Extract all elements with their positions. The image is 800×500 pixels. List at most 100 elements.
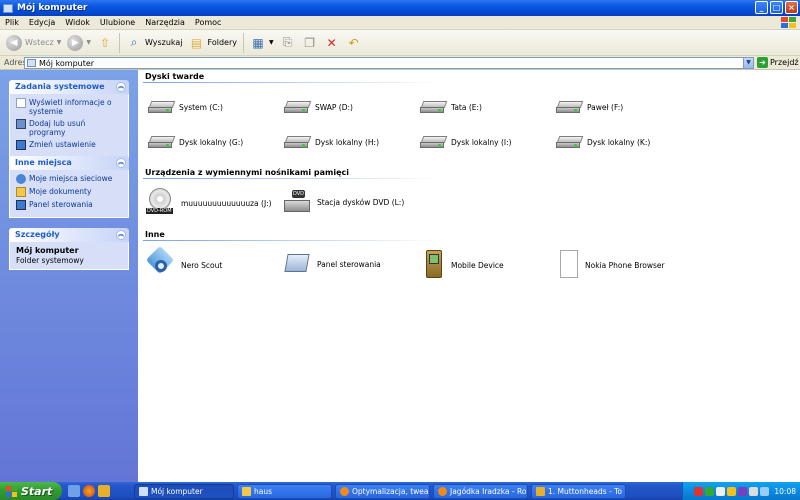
menu-tools[interactable]: Narzędzia	[140, 18, 190, 27]
task-label: 1. Muttonheads - To ...	[548, 486, 626, 496]
details-header[interactable]: Szczegóły ︽	[9, 228, 129, 242]
task-haus[interactable]: haus	[237, 483, 332, 499]
other-item[interactable]: Nokia Phone Browser	[558, 250, 665, 280]
tray-icon[interactable]	[738, 486, 748, 496]
drive-item[interactable]: Dysk lokalny (I:)	[420, 133, 512, 151]
search-label: Wyszukaj	[144, 38, 183, 47]
up-folder-icon: ⇧	[99, 35, 111, 50]
minimize-button[interactable]: _	[755, 1, 768, 14]
start-button[interactable]: Start	[0, 482, 62, 500]
nero-scout-icon	[145, 245, 176, 280]
dvd-drive-badge: DVD	[292, 190, 306, 198]
collapse-icon[interactable]: ︽	[116, 230, 126, 240]
network-icon[interactable]	[760, 486, 770, 496]
search-button[interactable]: ⌕ Wyszukaj	[126, 35, 183, 51]
menu-edit[interactable]: Edycja	[24, 18, 60, 27]
drive-item[interactable]: Dysk lokalny (K:)	[556, 133, 650, 151]
task-optymalizacja[interactable]: Optymalizacja, tweak...	[335, 483, 430, 499]
go-button[interactable]: ➔ Przejdź	[757, 57, 799, 68]
group-title-other: Inne	[145, 230, 165, 239]
toolbar-divider	[118, 32, 120, 53]
menu-view[interactable]: Widok	[60, 18, 95, 27]
tray-icon[interactable]	[727, 486, 737, 496]
windows-flag-icon	[6, 485, 17, 497]
copy-to-button[interactable]: ❐	[302, 35, 318, 51]
drive-item[interactable]: DVD Stacja dysków DVD (L:)	[284, 188, 404, 216]
drive-label: Tata (E:)	[451, 102, 482, 112]
media-icon[interactable]	[98, 485, 110, 497]
menu-bar: Plik Edycja Widok Ulubione Narzędzia Pom…	[0, 16, 800, 30]
firefox-icon[interactable]	[83, 485, 95, 497]
drive-label: Dysk lokalny (K:)	[587, 137, 651, 147]
menu-favorites[interactable]: Ulubione	[95, 18, 140, 27]
view-system-info-link[interactable]: Wyświetl informacje o systemie	[16, 98, 122, 116]
drive-item[interactable]: DVD-ROM muuuuuuuuuuuuuza (J:)	[146, 188, 272, 218]
drive-item[interactable]: Paweł (F:)	[556, 98, 623, 116]
other-item[interactable]: Panel sterowania	[284, 250, 381, 278]
back-button[interactable]: ◀ Wstecz ▼	[6, 34, 61, 51]
undo-button[interactable]: ↶	[346, 35, 362, 51]
undo-icon: ↶	[348, 35, 359, 50]
drive-item[interactable]: Dysk lokalny (H:)	[284, 133, 379, 151]
address-input[interactable]: Mój komputer ▼	[24, 57, 754, 69]
address-dropdown-button[interactable]: ▼	[743, 58, 753, 68]
tray-icon[interactable]	[705, 486, 715, 496]
close-button[interactable]: ×	[785, 1, 798, 14]
maximize-button[interactable]: □	[770, 1, 783, 14]
control-panel-link[interactable]: Panel sterowania	[16, 200, 122, 210]
my-documents-link[interactable]: Moje dokumenty	[16, 187, 122, 197]
folders-button[interactable]: ▤ Foldery	[189, 35, 237, 51]
task-muttonheads[interactable]: 1. Muttonheads - To ...	[531, 483, 626, 499]
drive-item[interactable]: System (C:)	[148, 98, 223, 116]
up-folder-button[interactable]: ⇧	[97, 35, 113, 51]
drive-item[interactable]: SWAP (D:)	[284, 98, 353, 116]
folders-icon: ▤	[190, 35, 203, 50]
collapse-icon[interactable]: ︽	[116, 158, 126, 168]
drive-label: System (C:)	[179, 102, 223, 112]
group-divider	[143, 82, 443, 83]
other-item[interactable]: Mobile Device	[424, 250, 504, 280]
hard-drive-icon	[556, 98, 584, 116]
delete-icon: ✕	[326, 35, 337, 50]
taskbar: Start Mój komputer haus Optymalizacja, t…	[0, 482, 800, 500]
views-button[interactable]: ▦ ▼	[250, 35, 274, 51]
task-my-computer[interactable]: Mój komputer	[134, 483, 234, 499]
link-label: Wyświetl informacje o systemie	[29, 98, 112, 116]
show-desktop-icon[interactable]	[68, 485, 80, 497]
change-setting-link[interactable]: Zmień ustawienie	[16, 140, 122, 150]
drive-label: SWAP (D:)	[315, 102, 353, 112]
hard-drive-icon	[284, 133, 312, 151]
add-remove-programs-link[interactable]: Dodaj lub usuń programy	[16, 119, 122, 137]
other-item[interactable]: Nero Scout	[145, 245, 222, 280]
menu-file[interactable]: Plik	[0, 18, 24, 27]
system-tasks-header[interactable]: Zadania systemowe ︽	[9, 80, 129, 94]
other-places-header[interactable]: Inne miejsca ︽	[9, 156, 129, 170]
go-label: Przejdź	[770, 58, 799, 67]
system-tray: 10:08	[682, 482, 800, 500]
forward-button[interactable]: ▶ ▼	[67, 34, 91, 51]
item-label: Nokia Phone Browser	[585, 260, 665, 270]
move-to-button[interactable]: ⎘	[280, 35, 296, 51]
collapse-icon[interactable]: ︽	[116, 82, 126, 92]
clock[interactable]: 10:08	[774, 487, 796, 496]
volume-icon[interactable]	[749, 486, 759, 496]
control-panel-icon	[284, 250, 312, 278]
drive-item[interactable]: Tata (E:)	[420, 98, 482, 116]
drive-item[interactable]: Dysk lokalny (G:)	[148, 133, 243, 151]
details-type: Folder systemowy	[16, 256, 84, 265]
item-label: Mobile Device	[451, 260, 504, 270]
system-tasks-title: Zadania systemowe	[15, 82, 105, 91]
tray-icon[interactable]	[694, 486, 704, 496]
group-divider	[143, 178, 443, 179]
my-network-places-link[interactable]: Moje miejsca sieciowe	[16, 174, 122, 184]
menu-help[interactable]: Pomoc	[190, 18, 227, 27]
task-pane: Zadania systemowe ︽ Wyświetl informacje …	[0, 70, 138, 482]
item-label: Panel sterowania	[317, 259, 381, 269]
chevron-down-icon: ▼	[269, 39, 274, 46]
dvd-drive-icon: DVD	[284, 188, 312, 216]
delete-button[interactable]: ✕	[324, 35, 340, 51]
address-label: Adres	[4, 58, 27, 67]
task-jagodka[interactable]: Jagódka Iradzka - Ro...	[433, 483, 528, 499]
tray-icon[interactable]	[716, 486, 726, 496]
firefox-icon	[340, 486, 349, 496]
